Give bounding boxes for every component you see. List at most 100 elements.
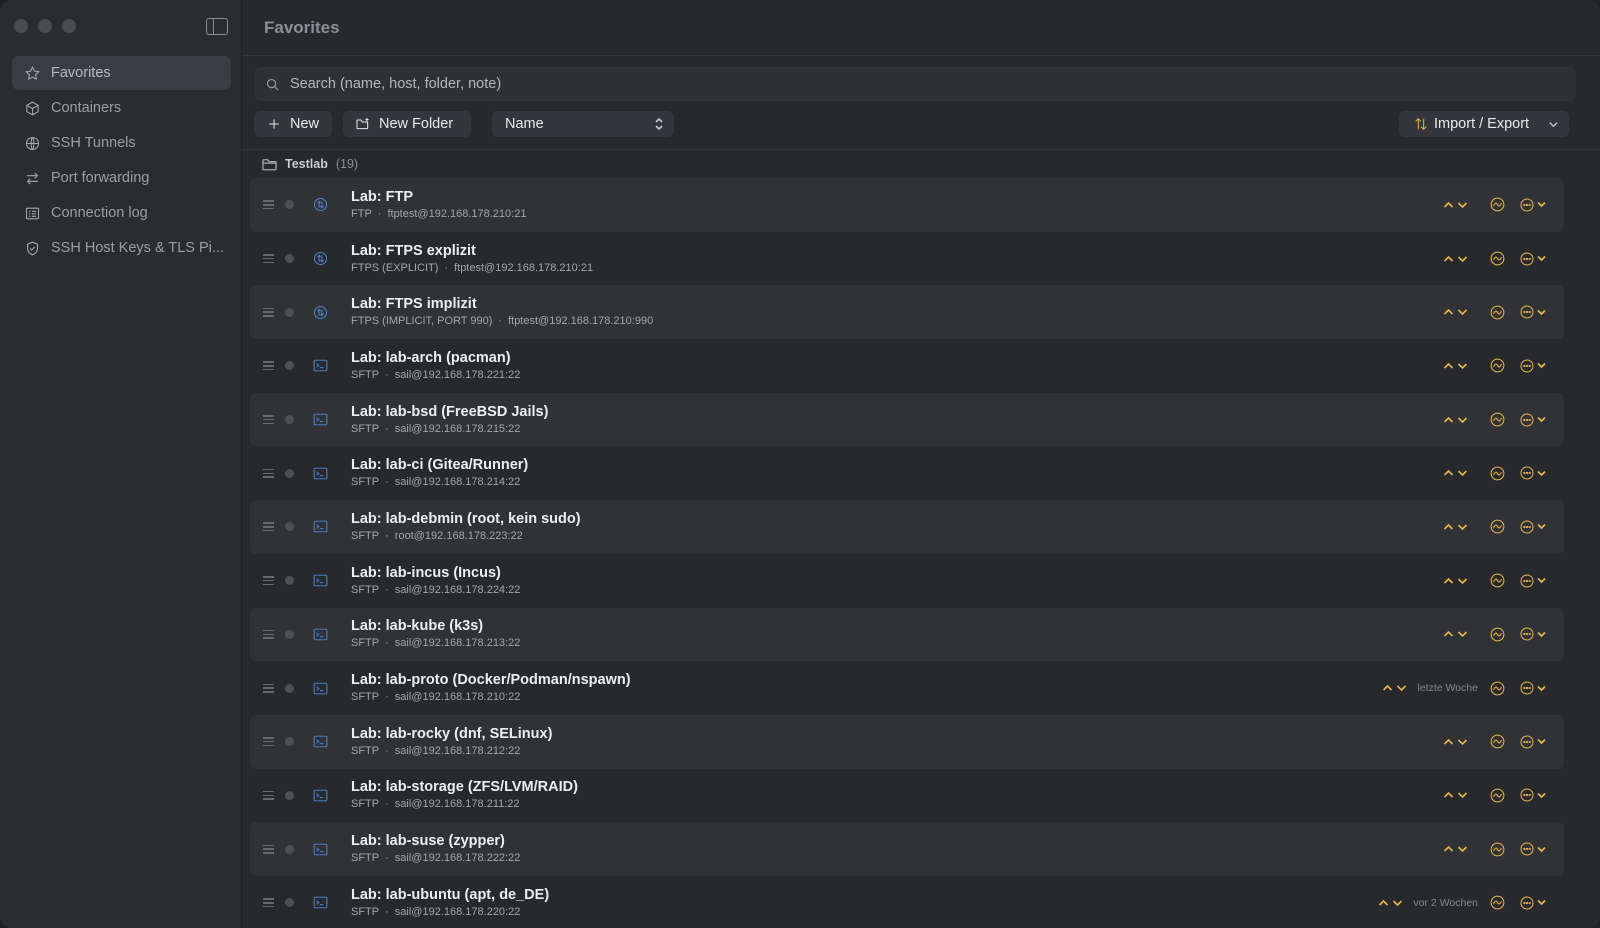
chevron-down-icon[interactable] (1457, 362, 1468, 370)
reorder-buttons[interactable] (1382, 684, 1407, 692)
drag-handle-icon[interactable] (263, 522, 274, 532)
import-export-button[interactable]: Import / Export (1399, 111, 1569, 137)
chevron-down-icon[interactable] (1396, 684, 1407, 692)
sidebar-item-port-forwarding[interactable]: Port forwarding (12, 161, 231, 195)
chevron-up-icon[interactable] (1443, 523, 1454, 531)
list-item[interactable]: Lab: lab-suse (zypper) SFTP · sail@192.168… (250, 822, 1564, 876)
sidebar-item-favorites[interactable]: Favorites (12, 56, 231, 90)
reorder-buttons[interactable] (1443, 523, 1468, 531)
more-menu-button[interactable] (1519, 680, 1546, 696)
chevron-up-icon[interactable] (1443, 201, 1454, 209)
chevron-up-icon[interactable] (1443, 738, 1454, 746)
reorder-buttons[interactable] (1443, 577, 1468, 585)
chevron-down-icon[interactable] (1392, 899, 1403, 907)
sidebar-item-ssh-tunnels[interactable]: SSH Tunnels (12, 126, 231, 160)
chevron-down-icon[interactable] (1457, 791, 1468, 799)
chevron-up-icon[interactable] (1378, 899, 1389, 907)
chevron-up-icon[interactable] (1443, 845, 1454, 853)
zoom-window-button[interactable] (62, 19, 76, 33)
more-menu-button[interactable] (1519, 304, 1546, 320)
connect-button[interactable] (1489, 250, 1506, 267)
reorder-buttons[interactable] (1443, 416, 1468, 424)
more-menu-button[interactable] (1519, 573, 1546, 589)
reorder-buttons[interactable] (1443, 630, 1468, 638)
drag-handle-icon[interactable] (263, 790, 274, 800)
sidebar-item-host-keys[interactable]: SSH Host Keys & TLS Pi... (12, 231, 231, 265)
connect-button[interactable] (1489, 304, 1506, 321)
chevron-down-icon[interactable] (1457, 523, 1468, 531)
list-item[interactable]: Lab: FTP FTP · ftptest@192.168.178.210:21 (250, 178, 1564, 232)
reorder-buttons[interactable] (1378, 899, 1403, 907)
more-menu-button[interactable] (1519, 412, 1546, 428)
connect-button[interactable] (1489, 626, 1506, 643)
list-item[interactable]: Lab: lab-incus (Incus) SFTP · sail@192.168… (250, 554, 1564, 608)
more-menu-button[interactable] (1519, 465, 1546, 481)
drag-handle-icon[interactable] (263, 468, 274, 478)
connect-button[interactable] (1489, 841, 1506, 858)
chevron-down-icon[interactable] (1457, 469, 1468, 477)
chevron-down-icon[interactable] (1457, 630, 1468, 638)
drag-handle-icon[interactable] (263, 307, 274, 317)
reorder-buttons[interactable] (1443, 845, 1468, 853)
minimize-window-button[interactable] (38, 19, 52, 33)
chevron-up-icon[interactable] (1443, 416, 1454, 424)
chevron-up-icon[interactable] (1443, 469, 1454, 477)
list-item[interactable]: Lab: lab-ci (Gitea/Runner) SFTP · sail@192… (250, 446, 1564, 500)
search-input[interactable] (290, 76, 1490, 92)
more-menu-button[interactable] (1519, 519, 1546, 535)
list-item[interactable]: Lab: lab-proto (Docker/Podman/nspawn) SF… (250, 661, 1564, 715)
drag-handle-icon[interactable] (263, 898, 274, 908)
more-menu-button[interactable] (1519, 841, 1546, 857)
more-menu-button[interactable] (1519, 787, 1546, 803)
reorder-buttons[interactable] (1443, 255, 1468, 263)
sort-select[interactable]: Name (492, 111, 674, 137)
chevron-down-icon[interactable] (1457, 845, 1468, 853)
reorder-buttons[interactable] (1443, 791, 1468, 799)
connect-button[interactable] (1489, 680, 1506, 697)
sidebar-item-containers[interactable]: Containers (12, 91, 231, 125)
sidebar-toggle-icon[interactable] (206, 18, 228, 35)
drag-handle-icon[interactable] (263, 683, 274, 693)
more-menu-button[interactable] (1519, 197, 1546, 213)
chevron-down-icon[interactable] (1457, 201, 1468, 209)
chevron-up-icon[interactable] (1443, 630, 1454, 638)
list-item[interactable]: Lab: lab-debmin (root, kein sudo) SFTP · r… (250, 500, 1564, 554)
connect-button[interactable] (1489, 357, 1506, 374)
connect-button[interactable] (1489, 894, 1506, 911)
list-item[interactable]: Lab: lab-ubuntu (apt, de_DE) SFTP · sail@1… (250, 876, 1564, 928)
chevron-up-icon[interactable] (1443, 791, 1454, 799)
more-menu-button[interactable] (1519, 626, 1546, 642)
drag-handle-icon[interactable] (263, 737, 274, 747)
chevron-up-icon[interactable] (1443, 362, 1454, 370)
list-item[interactable]: Lab: lab-arch (pacman) SFTP · sail@192.168… (250, 339, 1564, 393)
connect-button[interactable] (1489, 465, 1506, 482)
new-folder-button[interactable]: New Folder (343, 111, 471, 137)
more-menu-button[interactable] (1519, 251, 1546, 267)
drag-handle-icon[interactable] (263, 361, 274, 371)
sidebar-item-connection-log[interactable]: Connection log (12, 196, 231, 230)
connect-button[interactable] (1489, 518, 1506, 535)
reorder-buttons[interactable] (1443, 362, 1468, 370)
chevron-down-icon[interactable] (1457, 255, 1468, 263)
list-item[interactable]: Lab: lab-rocky (dnf, SELinux) SFTP · sail@… (250, 714, 1564, 769)
chevron-down-icon[interactable] (1457, 308, 1468, 316)
search-bar[interactable] (254, 67, 1576, 101)
list-item[interactable]: Lab: lab-kube (k3s) SFTP · sail@192.168.17… (250, 607, 1564, 662)
connect-button[interactable] (1489, 196, 1506, 213)
connect-button[interactable] (1489, 411, 1506, 428)
more-menu-button[interactable] (1519, 895, 1546, 911)
folder-header[interactable]: Testlab (19) (262, 157, 358, 171)
drag-handle-icon[interactable] (263, 415, 274, 425)
chevron-up-icon[interactable] (1443, 577, 1454, 585)
more-menu-button[interactable] (1519, 734, 1546, 750)
drag-handle-icon[interactable] (263, 629, 274, 639)
chevron-up-icon[interactable] (1443, 308, 1454, 316)
chevron-down-icon[interactable] (1457, 577, 1468, 585)
reorder-buttons[interactable] (1443, 469, 1468, 477)
chevron-up-icon[interactable] (1443, 255, 1454, 263)
reorder-buttons[interactable] (1443, 201, 1468, 209)
chevron-down-icon[interactable] (1457, 416, 1468, 424)
close-window-button[interactable] (14, 19, 28, 33)
chevron-up-icon[interactable] (1382, 684, 1393, 692)
more-menu-button[interactable] (1519, 358, 1546, 374)
